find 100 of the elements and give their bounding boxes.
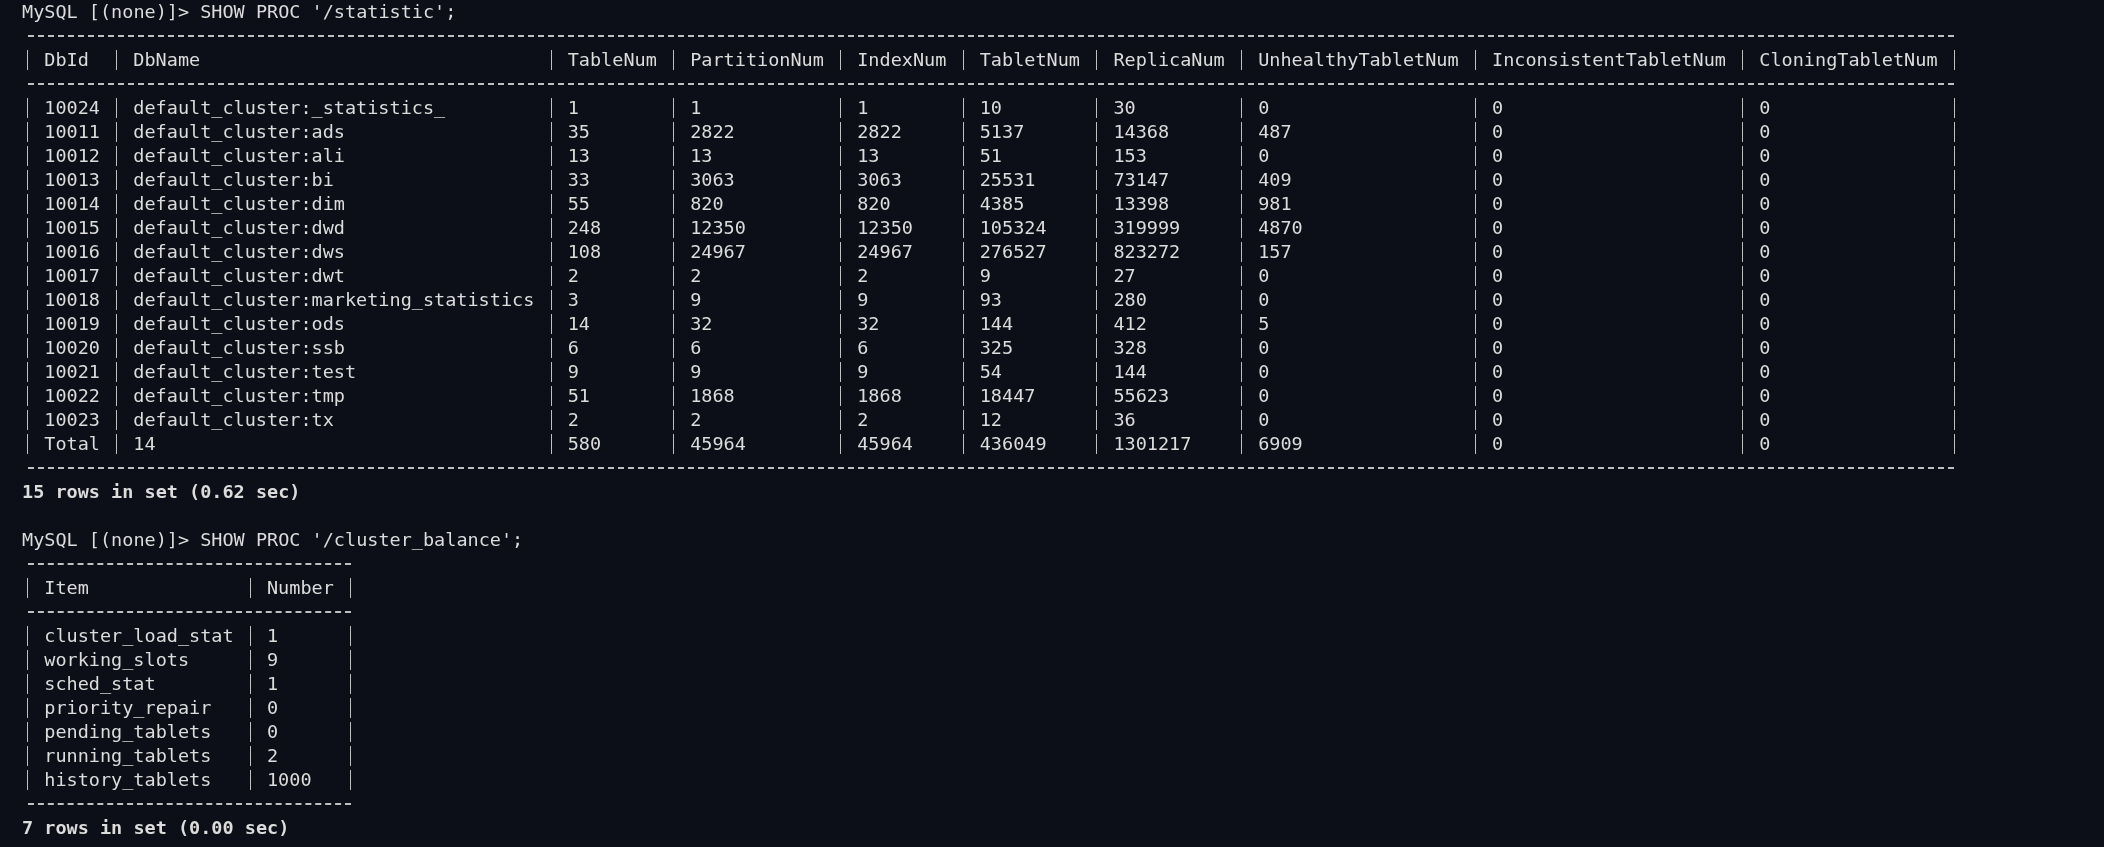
table-cell-text: 981 <box>1257 192 1293 216</box>
column-header: UnhealthyTabletNum <box>1257 48 1460 72</box>
table-cell-text: 144 <box>978 312 1015 336</box>
table-cell-text: 4385 <box>978 192 1026 216</box>
table-cell-text: 0 <box>1491 120 1505 144</box>
table-cell-text: 27 <box>1112 264 1137 288</box>
table-cell-text: 0 <box>1491 312 1505 336</box>
table-cell-text: 0 <box>1491 240 1505 264</box>
table-cell-text: 325 <box>978 336 1015 360</box>
table-cell-text: 144 <box>1112 360 1148 384</box>
table-cell-text: 5 <box>1257 312 1271 336</box>
table-cell-text: 412 <box>1112 312 1148 336</box>
table-cell-text: 2 <box>856 408 870 432</box>
table-cell-text: Total <box>43 432 101 456</box>
table-cell-text: 13 <box>856 144 881 168</box>
table-cell-text: 0 <box>1758 192 1772 216</box>
table-cell-text: 12 <box>978 408 1003 432</box>
table-cell-text: 14 <box>132 432 157 456</box>
table-cell-text: 319999 <box>1112 216 1182 240</box>
table-cell-text: 436049 <box>978 432 1048 456</box>
column-header: CloningTabletNum <box>1758 48 1939 72</box>
table-cell-text: default_cluster:ali <box>132 144 346 168</box>
table-cell-text: 0 <box>1491 384 1505 408</box>
table-cell-text: 1 <box>689 96 703 120</box>
table-cell-text: 2 <box>856 264 870 288</box>
table-cell-text: 0 <box>1491 360 1505 384</box>
table-cell-text: 248 <box>566 216 603 240</box>
table-cell-text: 0 <box>1758 168 1772 192</box>
table-cell-text: 45964 <box>856 432 914 456</box>
table-cell-text: 6 <box>856 336 870 360</box>
table-cell-text: 10013 <box>43 168 101 192</box>
table-cell-text: 276527 <box>978 240 1048 264</box>
table-cell-text: 1000 <box>266 768 313 792</box>
table-cell-text: 93 <box>978 288 1003 312</box>
table-cell-text: 0 <box>1758 120 1772 144</box>
column-header: DbId <box>43 48 90 72</box>
table-cell-text: working_slots <box>43 648 191 672</box>
table-cell-text: 820 <box>856 192 892 216</box>
table-cell-text: 0 <box>266 696 280 720</box>
table-cell-text: 9 <box>689 288 703 312</box>
table-cell-text: 1301217 <box>1112 432 1193 456</box>
table-cell-text: 10012 <box>43 144 101 168</box>
table-cell-text: default_cluster:ads <box>132 120 346 144</box>
table-cell-text: 10024 <box>43 96 101 120</box>
column-header: ReplicaNum <box>1112 48 1226 72</box>
table-cell-text: 6 <box>689 336 703 360</box>
table-cell-text: 1 <box>266 624 280 648</box>
table-cell-text: default_cluster:dim <box>132 192 346 216</box>
table-cell-text: 0 <box>1758 264 1772 288</box>
table-cell-text: 6 <box>566 336 580 360</box>
table-cell-text: 823272 <box>1112 240 1182 264</box>
table-cell-text: 0 <box>1491 168 1505 192</box>
table-cell-text: 2 <box>689 408 703 432</box>
table-cell-text: 10019 <box>43 312 101 336</box>
table-cell-text: 3063 <box>689 168 736 192</box>
column-header: TableNum <box>566 48 658 72</box>
table-cell-text: 0 <box>1491 288 1505 312</box>
table-cell-text: 10014 <box>43 192 101 216</box>
table-cell-text: 1 <box>856 96 870 120</box>
table-cell-text: 0 <box>1491 408 1505 432</box>
table-cell-text: 9 <box>856 360 870 384</box>
table-cell-text: 409 <box>1257 168 1293 192</box>
table-cell-text: 1 <box>566 96 580 120</box>
table-cell-text: 2 <box>689 264 703 288</box>
table-cell-text: 0 <box>1758 336 1772 360</box>
table-cell-text: 6909 <box>1257 432 1304 456</box>
table-cell-text: 3 <box>566 288 580 312</box>
column-header: InconsistentTabletNum <box>1491 48 1727 72</box>
table-cell-text: 9 <box>856 288 870 312</box>
column-header: Item <box>43 576 90 600</box>
table-cell-text: 580 <box>566 432 603 456</box>
table-cell-text: default_cluster:dwd <box>132 216 346 240</box>
table-cell-text: 105324 <box>978 216 1048 240</box>
table-cell-text: 0 <box>1491 216 1505 240</box>
table-cell-text: 24967 <box>856 240 914 264</box>
table-cell-text: 12350 <box>856 216 914 240</box>
table-cell-text: 10022 <box>43 384 101 408</box>
table-cell-text: 0 <box>1491 336 1505 360</box>
table-cell-text: 1868 <box>689 384 736 408</box>
table-cell-text: 0 <box>1257 288 1271 312</box>
table-cell-text: 33 <box>566 168 591 192</box>
table-cell-text: history_tablets <box>43 768 213 792</box>
table-cell-text: 5137 <box>978 120 1026 144</box>
table-cell-text: pending_tablets <box>43 720 213 744</box>
table-cell-text: 10020 <box>43 336 101 360</box>
table-cell-text: 0 <box>1758 432 1772 456</box>
table-cell-text: 0 <box>266 720 280 744</box>
table-cell-text: 0 <box>1257 96 1271 120</box>
table-cell-text: sched_stat <box>43 672 157 696</box>
table-cell-text: 2822 <box>689 120 736 144</box>
table-cell-text: 35 <box>566 120 591 144</box>
table-cell-text: 0 <box>1257 336 1271 360</box>
table-cell-text: 73147 <box>1112 168 1171 192</box>
table-cell-text: 10021 <box>43 360 101 384</box>
column-header: TabletNum <box>978 48 1081 72</box>
command-line: MySQL [(none)]> SHOW PROC '/statistic'; <box>22 1 457 22</box>
table-cell-text: 10015 <box>43 216 101 240</box>
table-cell-text: 32 <box>856 312 881 336</box>
table-cell-text: default_cluster:tx <box>132 408 335 432</box>
table-cell-text: 36 <box>1112 408 1137 432</box>
